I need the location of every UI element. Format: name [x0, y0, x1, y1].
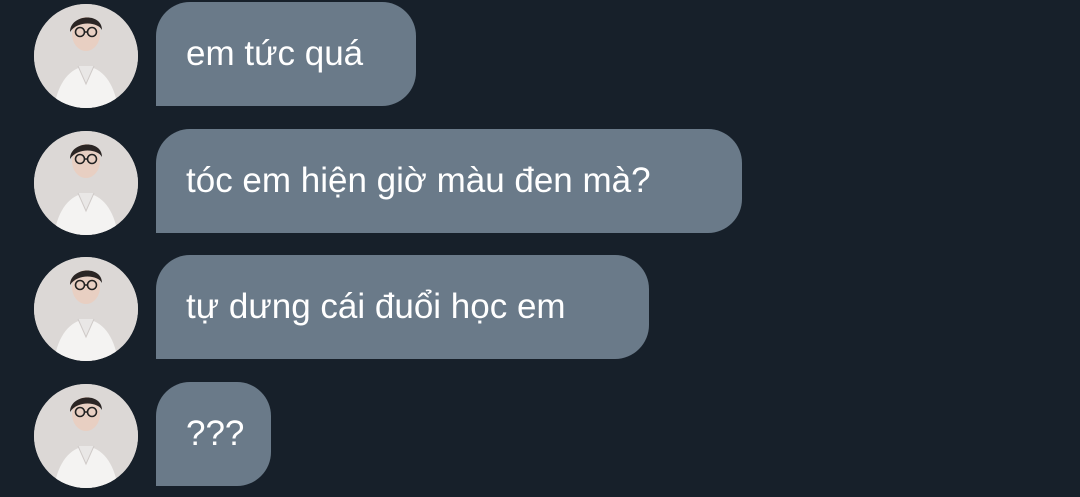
message-bubble[interactable]: em tức quá [156, 2, 416, 106]
message-row: tóc em hiện giờ màu đen mà? [0, 129, 1080, 235]
user-avatar-icon[interactable] [34, 4, 138, 108]
user-avatar-icon[interactable] [34, 131, 138, 235]
message-bubble[interactable]: ??? [156, 382, 271, 486]
message-row: ??? [0, 382, 1080, 488]
message-bubble[interactable]: tóc em hiện giờ màu đen mà? [156, 129, 742, 233]
message-row: em tức quá [0, 2, 1080, 108]
user-avatar-icon[interactable] [34, 257, 138, 361]
message-thread: em tức quá tóc em hiện giờ màu đen mà? t… [0, 0, 1080, 497]
message-bubble[interactable]: tự dưng cái đuổi học em [156, 255, 649, 359]
user-avatar-icon[interactable] [34, 384, 138, 488]
message-row: tự dưng cái đuổi học em [0, 255, 1080, 361]
